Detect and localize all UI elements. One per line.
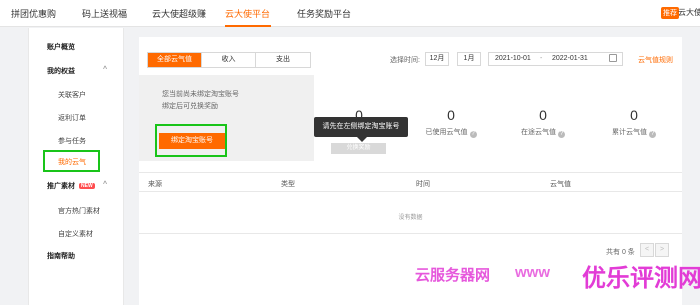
- sidebar-item-custom-materials[interactable]: 自定义素材: [58, 229, 93, 239]
- chevron-up-icon: ^: [103, 181, 108, 188]
- sidebar-item-label: 推广素材: [47, 183, 75, 190]
- tab-all-yunqi[interactable]: 全部云气值: [148, 53, 202, 67]
- user-menu[interactable]: 云大使: [678, 7, 700, 18]
- tab-group: 全部云气值 收入 支出: [147, 52, 311, 68]
- column-header-source: 来源: [148, 181, 162, 188]
- bind-required-tooltip: 请先在左侧绑定淘宝账号: [314, 117, 408, 137]
- sidebar-item-label: 关联客户: [58, 92, 86, 99]
- highlight-box-sidebar: [43, 150, 100, 172]
- sidebar-item-label: 自定义素材: [58, 231, 93, 238]
- tab-income[interactable]: 收入: [202, 53, 256, 67]
- top-nav: 拼团优惠购 码上送视福 云大使超级赚 云大使平台 任务奖励平台 推荐 云大使: [0, 0, 700, 27]
- date-end: 2022-01-31: [552, 55, 588, 62]
- time-filter-label: 选择时间:: [390, 57, 420, 64]
- sidebar-item-label: 我的权益: [47, 68, 75, 75]
- watermark-logo-text: 优乐评测网: [582, 265, 700, 292]
- stat-in-transit: 0 在途云气值?: [498, 107, 588, 138]
- sidebar-item-guide-help[interactable]: 指南帮助: [47, 251, 75, 261]
- stat-label: 已使用云气值: [425, 129, 468, 136]
- sidebar-item-label: 账户概览: [47, 44, 75, 51]
- nav-item-pintuan[interactable]: 拼团优惠购: [11, 7, 56, 20]
- question-icon[interactable]: ?: [469, 131, 477, 138]
- pager-next-button[interactable]: >: [655, 243, 669, 257]
- tooltip-arrow: [357, 137, 367, 142]
- sidebar-item-tasks[interactable]: 参与任务: [58, 136, 86, 146]
- column-header-type: 类型: [281, 181, 295, 188]
- nav-item-task-rewards[interactable]: 任务奖励平台: [297, 7, 351, 20]
- recommend-badge: 推荐: [661, 7, 679, 19]
- date-range-picker[interactable]: 2021-10-01 - 2022-01-31: [488, 52, 623, 66]
- stat-label: 累计云气值: [612, 129, 647, 136]
- bind-notice-line1: 您当前尚未绑定淘宝账号: [162, 91, 239, 98]
- date-separator: -: [540, 55, 543, 62]
- sidebar-item-label: 官方热门素材: [58, 208, 100, 215]
- pager-prev-button[interactable]: <: [640, 243, 654, 257]
- bind-notice-text: 您当前尚未绑定淘宝账号 绑定后可兑换奖励: [162, 89, 239, 113]
- yunqi-rules-link[interactable]: 云气值规则: [638, 55, 673, 65]
- column-header-yunqi: 云气值: [550, 181, 571, 188]
- stat-label: 在途云气值: [521, 129, 556, 136]
- question-icon[interactable]: ?: [649, 131, 656, 138]
- sidebar-item-customers[interactable]: 关联客户: [58, 90, 86, 100]
- column-header-time: 时间: [416, 181, 430, 188]
- table-divider: [139, 233, 682, 234]
- nav-item-mashang[interactable]: 码上送视福: [82, 7, 127, 20]
- date-start: 2021-10-01: [495, 55, 531, 62]
- stat-total: 0 累计云气值?: [589, 107, 679, 138]
- sidebar-item-label: 指南帮助: [47, 253, 75, 260]
- stat-used: 0 已使用云气值?: [406, 107, 496, 138]
- watermark-text: 云服务器网: [415, 267, 491, 284]
- sidebar-item-orders[interactable]: 返利订单: [58, 113, 86, 123]
- new-badge: NEW: [79, 183, 95, 189]
- watermark-text: www: [515, 264, 551, 281]
- sidebar-item-label: 返利订单: [58, 115, 86, 122]
- stat-value: 0: [447, 107, 455, 123]
- sidebar-item-my-rights[interactable]: 我的权益 ^: [47, 66, 107, 76]
- sidebar-item-label: 参与任务: [58, 138, 86, 145]
- active-tab-underline: [225, 25, 271, 27]
- stat-value: 0: [539, 107, 547, 123]
- stat-value: 0: [630, 107, 638, 123]
- redeem-reward-button: 兑换奖励: [331, 143, 386, 154]
- bind-notice-line2: 绑定后可兑换奖励: [162, 103, 218, 110]
- pager-total: 共有 0 条: [606, 249, 635, 256]
- nav-item-chaojizhuan[interactable]: 云大使超级赚: [152, 7, 206, 20]
- sidebar-item-account-overview[interactable]: 账户概览: [47, 42, 75, 52]
- empty-state-text: 没有数据: [398, 215, 423, 221]
- month-button-jan[interactable]: 1月: [457, 52, 481, 66]
- highlight-box-bind-button: [155, 124, 227, 157]
- sidebar-item-official-materials[interactable]: 官方热门素材: [58, 206, 100, 216]
- tab-expense[interactable]: 支出: [256, 53, 310, 67]
- sidebar-item-promo-materials[interactable]: 推广素材 NEW ^: [47, 181, 107, 191]
- chevron-up-icon: ^: [103, 66, 108, 73]
- calendar-icon[interactable]: [609, 54, 617, 62]
- nav-item-platform[interactable]: 云大使平台: [225, 7, 270, 20]
- month-button-dec[interactable]: 12月: [425, 52, 449, 66]
- question-icon[interactable]: ?: [558, 131, 565, 138]
- table-header: 来源 类型 时间 云气值: [139, 172, 682, 192]
